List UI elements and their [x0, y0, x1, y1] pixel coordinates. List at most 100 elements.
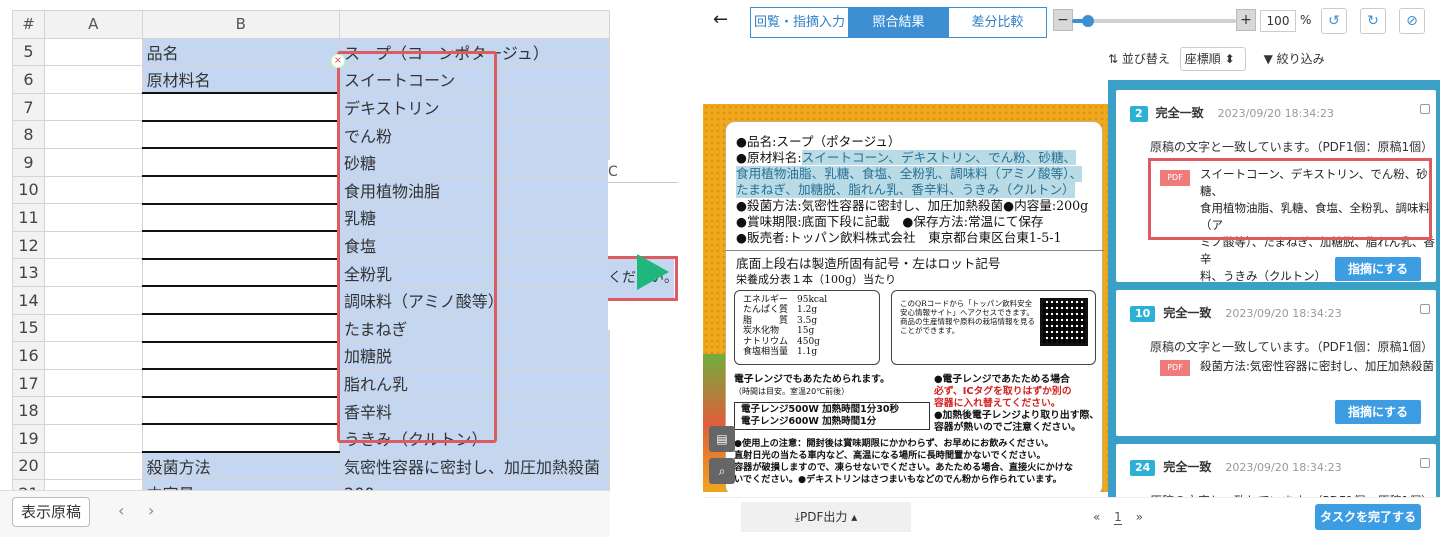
- row-number[interactable]: 15: [12, 313, 45, 343]
- cell-c[interactable]: 香辛料: [339, 396, 610, 425]
- cell-c[interactable]: 調味料（アミノ酸等）: [339, 285, 610, 315]
- mark-issue-button[interactable]: 指摘にする: [1335, 257, 1421, 281]
- row-number[interactable]: 9: [12, 147, 45, 177]
- mark-issue-button[interactable]: 指摘にする: [1335, 400, 1421, 424]
- cell-c[interactable]: 食用植物油脂: [339, 175, 610, 205]
- zoom-slider[interactable]: [1072, 15, 1236, 27]
- results-panel[interactable]: 2 完全一致 2023/09/20 18:34:23 原稿の文字と一致しています。（…: [1108, 80, 1440, 500]
- last-page-icon[interactable]: »: [1136, 510, 1143, 524]
- sort-select[interactable]: 座標順 ⬍: [1179, 47, 1246, 71]
- cell-b[interactable]: [141, 147, 341, 178]
- search-icon[interactable]: ⌕: [709, 458, 735, 484]
- cell-a[interactable]: [43, 92, 143, 122]
- first-page-icon[interactable]: «: [1093, 510, 1100, 524]
- filter-label[interactable]: 絞り込み: [1277, 52, 1325, 66]
- column-header-c[interactable]: [339, 10, 610, 39]
- cell-a[interactable]: [43, 285, 143, 315]
- cell-b[interactable]: [141, 92, 341, 122]
- prev-sheet-icon[interactable]: ‹: [118, 501, 124, 520]
- cell-b[interactable]: [141, 313, 341, 343]
- row-number[interactable]: 18: [12, 396, 45, 425]
- cell-b[interactable]: [141, 423, 341, 453]
- cell-b[interactable]: 品名: [141, 37, 341, 67]
- result-checkbox[interactable]: [1420, 458, 1430, 468]
- corner-cell[interactable]: #: [12, 10, 45, 39]
- zoom-slider-knob[interactable]: [1082, 15, 1095, 27]
- undo-icon[interactable]: ↺: [1321, 8, 1347, 34]
- document-preview[interactable]: ●品名:スープ（ポタージュ） ●原材料名:スイートコーン、デキストリン、でん粉、…: [703, 104, 1108, 492]
- close-icon[interactable]: ×: [331, 54, 345, 68]
- row-number[interactable]: 19: [12, 423, 45, 453]
- cell-b[interactable]: [141, 396, 341, 426]
- cell-a[interactable]: [43, 368, 143, 398]
- cell-b[interactable]: [141, 203, 341, 233]
- row-number[interactable]: 16: [12, 341, 45, 370]
- cell-c[interactable]: 脂れん乳: [339, 368, 610, 398]
- complete-task-button[interactable]: タスクを完了する: [1315, 504, 1421, 530]
- cell-c[interactable]: 気密性容器に密封し、加圧加熱殺菌: [339, 451, 610, 481]
- pdf-export-button[interactable]: ⤓PDF出力 ▴: [741, 502, 911, 532]
- cell-b[interactable]: [141, 341, 341, 371]
- page-number[interactable]: 1: [1114, 510, 1122, 525]
- cell-c[interactable]: スープ（コーンポタージュ）: [339, 37, 610, 67]
- sheet-tab-display-draft[interactable]: 表示原稿: [12, 497, 91, 527]
- redo-icon[interactable]: ↻: [1360, 8, 1386, 34]
- cell-c[interactable]: デキストリン: [339, 92, 610, 122]
- cell-a[interactable]: [43, 65, 143, 94]
- cell-a[interactable]: [43, 396, 143, 425]
- chart-icon[interactable]: ▤: [709, 426, 735, 452]
- cell-a[interactable]: [43, 147, 143, 177]
- filter-icon[interactable]: ▼: [1264, 52, 1273, 66]
- row-number[interactable]: 20: [12, 451, 45, 481]
- row-number[interactable]: 13: [12, 258, 45, 287]
- zoom-in-button[interactable]: +: [1236, 9, 1256, 31]
- cell-c[interactable]: 砂糖: [339, 147, 610, 177]
- cell-a[interactable]: [43, 313, 143, 343]
- row-number[interactable]: 5: [12, 37, 45, 67]
- row-number[interactable]: 10: [12, 175, 45, 205]
- cell-a[interactable]: [43, 258, 143, 287]
- cell-b[interactable]: [141, 230, 341, 260]
- cell-a[interactable]: [43, 175, 143, 205]
- zoom-input[interactable]: 100: [1260, 10, 1296, 32]
- cell-c[interactable]: たまねぎ: [339, 313, 610, 343]
- pin-off-icon[interactable]: ⊘: [1399, 8, 1425, 34]
- tab-diff-compare[interactable]: 差分比較: [948, 7, 1047, 38]
- zoom-out-button[interactable]: −: [1053, 9, 1073, 31]
- row-number[interactable]: 14: [12, 285, 45, 315]
- result-checkbox[interactable]: [1420, 304, 1430, 314]
- cell-c[interactable]: 乳糖: [339, 203, 610, 232]
- next-sheet-icon[interactable]: ›: [148, 501, 154, 520]
- row-number[interactable]: 17: [12, 368, 45, 398]
- tab-review-input[interactable]: 回覧・指摘入力: [750, 7, 849, 38]
- cell-b[interactable]: [141, 368, 341, 398]
- cell-c[interactable]: 全粉乳: [339, 258, 610, 287]
- row-number[interactable]: 12: [12, 230, 45, 260]
- back-arrow-icon[interactable]: ←: [713, 9, 728, 30]
- cell-a[interactable]: [43, 120, 143, 149]
- cell-b[interactable]: 殺菌方法: [141, 451, 341, 481]
- result-checkbox[interactable]: [1420, 104, 1430, 114]
- cell-b[interactable]: [141, 175, 341, 205]
- cell-b[interactable]: [141, 258, 341, 288]
- cell-a[interactable]: [43, 341, 143, 370]
- cell-b[interactable]: [141, 120, 341, 150]
- cell-c[interactable]: 加糖脱: [339, 341, 610, 370]
- cell-a[interactable]: [43, 451, 143, 481]
- cell-a[interactable]: [43, 203, 143, 232]
- cell-c[interactable]: でん粉: [339, 120, 610, 149]
- column-header-a[interactable]: A: [43, 10, 143, 39]
- cell-a[interactable]: [43, 37, 143, 67]
- row-number[interactable]: 8: [12, 120, 45, 149]
- row-number[interactable]: 6: [12, 65, 45, 94]
- cell-c[interactable]: 食塩: [339, 230, 610, 260]
- cell-b[interactable]: 原材料名: [141, 65, 341, 95]
- cell-c[interactable]: スイートコーン: [339, 65, 610, 94]
- cell-a[interactable]: [43, 230, 143, 260]
- tab-matching-result[interactable]: 照合結果: [849, 7, 948, 38]
- row-number[interactable]: 7: [12, 92, 45, 122]
- row-number[interactable]: 11: [12, 203, 45, 232]
- column-header-b[interactable]: B: [141, 10, 341, 39]
- cell-a[interactable]: [43, 423, 143, 453]
- cell-b[interactable]: [141, 285, 341, 316]
